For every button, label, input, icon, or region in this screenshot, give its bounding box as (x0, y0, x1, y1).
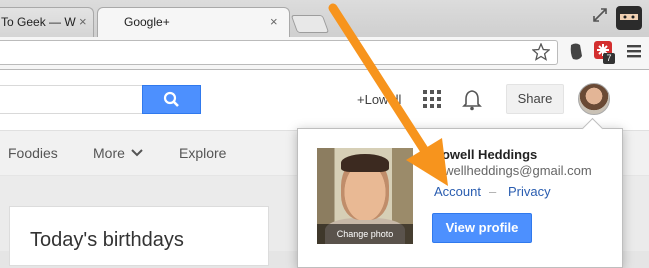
account-link[interactable]: Account (434, 184, 481, 199)
tab-title: To Geek — W (1, 15, 76, 29)
tab-googleplus[interactable]: Google+ × (97, 7, 290, 37)
evernote-icon[interactable] (567, 42, 585, 62)
nav-item-more[interactable]: More (93, 145, 125, 161)
bookmark-star-icon[interactable] (532, 43, 550, 61)
avatar[interactable] (578, 83, 610, 115)
birthdays-card-title: Today's birthdays (30, 229, 184, 251)
privacy-link[interactable]: Privacy (508, 184, 551, 199)
link-separator: – (489, 184, 497, 199)
user-profile-link[interactable]: +Lowell (357, 92, 401, 107)
nav-item-explore[interactable]: Explore (179, 145, 226, 161)
address-bar[interactable] (0, 40, 558, 65)
tab-close-icon[interactable]: × (79, 14, 87, 29)
tab-howtogeek[interactable]: To Geek — W × (0, 7, 94, 37)
nav-item-foodies[interactable]: Foodies (8, 145, 58, 161)
chevron-down-icon (131, 149, 143, 157)
incognito-ninja-icon (616, 6, 642, 30)
account-email: lowellheddings@gmail.com (434, 163, 592, 178)
notifications-bell-icon[interactable] (462, 89, 482, 111)
account-name: Lowell Heddings (434, 147, 538, 162)
search-icon (163, 91, 179, 107)
tab-title: Google+ (124, 15, 170, 29)
menu-icon[interactable] (626, 43, 642, 59)
fullscreen-icon[interactable] (592, 7, 608, 23)
share-button[interactable]: Share (506, 84, 564, 114)
new-tab-button[interactable] (290, 15, 330, 33)
tab-close-icon[interactable]: × (270, 14, 278, 29)
search-input[interactable] (0, 85, 143, 114)
extension-badge: 7 (603, 53, 615, 64)
view-profile-button[interactable]: View profile (432, 213, 532, 243)
change-photo-link[interactable]: Change photo (317, 224, 413, 244)
apps-grid-icon[interactable] (423, 90, 441, 108)
profile-photo[interactable]: Change photo (317, 148, 413, 244)
search-button[interactable] (142, 85, 201, 114)
